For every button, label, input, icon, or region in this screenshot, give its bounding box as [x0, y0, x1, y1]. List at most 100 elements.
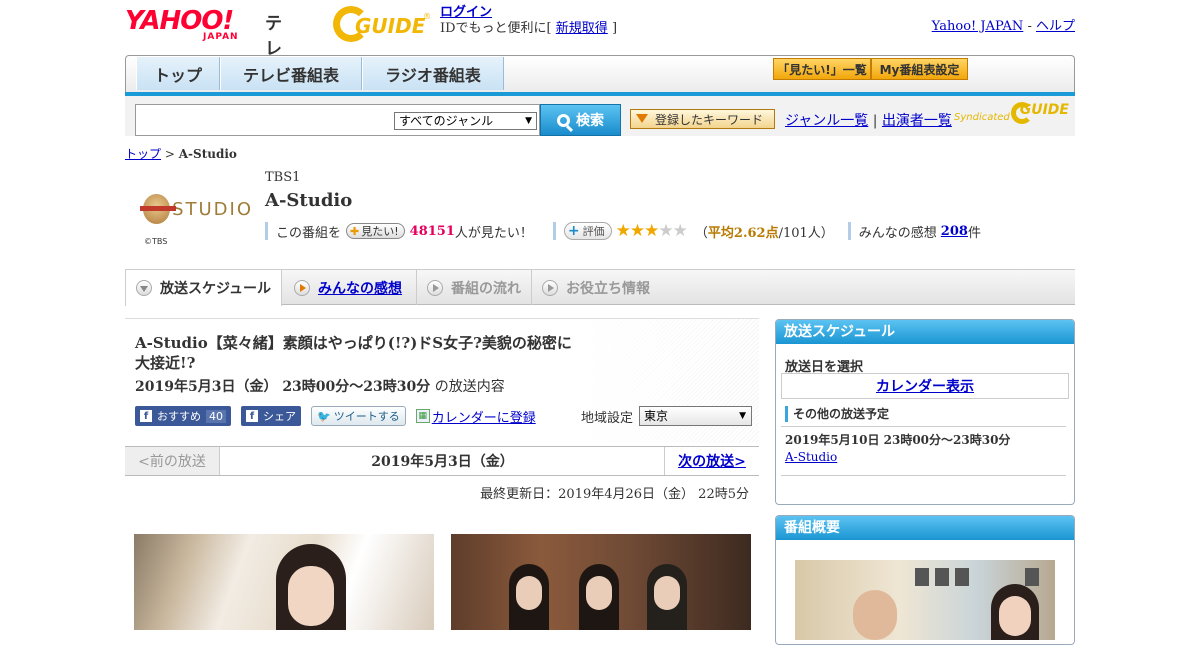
star-icon: ★ [658, 221, 673, 241]
schedule-box-header: 放送スケジュール [776, 320, 1074, 344]
mitai-button[interactable]: ✚ 見たい! [346, 223, 405, 239]
impressions-count-link[interactable]: 208 [941, 224, 968, 239]
link-separator: | [872, 113, 878, 129]
search-input[interactable]: すべてのジャンル ▼ [135, 104, 540, 136]
chevron-right-icon [542, 279, 558, 296]
chevron-right-icon [427, 279, 443, 296]
calendar-register-link[interactable]: カレンダーに登録 [432, 407, 536, 426]
signup-link[interactable]: 新規取得 [556, 21, 608, 36]
breadcrumb: トップ > A-Studio [125, 145, 237, 162]
facebook-share-button[interactable]: f シェア [241, 406, 301, 426]
syndicated-text: Syndicated [954, 112, 1010, 123]
plus-icon: ✚ [350, 224, 360, 238]
breadcrumb-top-link[interactable]: トップ [125, 147, 161, 161]
prev-broadcast: <前の放送 [125, 447, 220, 475]
studio-disc-icon [139, 194, 177, 224]
subtab-impressions[interactable]: みんなの感想 [282, 270, 417, 305]
syndicated-brand: GUIDE [1019, 102, 1069, 118]
subtab-label: 放送スケジュール [160, 281, 272, 297]
subtab-label: 番組の流れ [451, 280, 521, 297]
star-icon: ★ [644, 221, 659, 241]
schedule-box: 放送スケジュール 放送日を選択 カレンダー表示 その他の放送予定 2019年5月… [775, 319, 1075, 505]
rating-count: /101人） [778, 225, 834, 241]
nav-tab-tv-schedule[interactable]: テレビ番組表 [220, 57, 362, 90]
info-separator [552, 222, 556, 240]
tweet-label: ツイートする [333, 410, 400, 423]
search-button-label: 検索 [576, 113, 604, 129]
help-link[interactable]: ヘルプ [1036, 19, 1075, 34]
rating-button[interactable]: + 評価 [563, 222, 612, 240]
nav-tab-radio-schedule[interactable]: ラジオ番組表 [362, 57, 504, 90]
subtab-label: みんなの感想 [318, 280, 402, 297]
mitai-list-button[interactable]: 「見たい!」一覧 [773, 58, 871, 80]
mitai-suffix: 人が見たい！ [454, 225, 533, 241]
mitai-button-label: 見たい! [361, 225, 399, 238]
subtab-schedule[interactable]: 放送スケジュール [125, 270, 282, 306]
dropdown-arrow-icon: ▼ [739, 411, 747, 421]
overview-photo [795, 560, 1055, 640]
last-updated: 最終更新日：2019年4月26日（金） 22時5分 [480, 487, 749, 502]
gguide-logo[interactable]: GUIDE ® [333, 6, 431, 42]
facebook-share-label: シェア [263, 410, 296, 423]
star-icon: ★ [615, 221, 631, 241]
rating-button-label: 評価 [582, 225, 605, 238]
nav-tab-top[interactable]: トップ [136, 57, 220, 90]
subtab-label: お役立ち情報 [566, 280, 650, 297]
yahoo-japan-link[interactable]: Yahoo! JAPAN [932, 19, 1024, 34]
login-link[interactable]: ログイン [440, 5, 492, 20]
genre-select[interactable]: すべてのジャンル ▼ [394, 112, 537, 130]
program-logo: STUDIO [139, 193, 253, 225]
episode-title: A-Studio【菜々緒】素顔はやっぱり(!?)ドS女子?美貌の秘密に大接近!? [135, 334, 572, 372]
other-schedule-header: その他の放送予定 [785, 406, 889, 422]
search-button[interactable]: 検索 [540, 104, 621, 136]
dropdown-arrow-icon: ▼ [525, 116, 532, 126]
header-link-separator: - [1027, 19, 1032, 34]
logo-copyright: ©TBS [144, 237, 168, 246]
mitai-count: 48151 [409, 223, 455, 239]
breadcrumb-current: A-Studio [178, 147, 237, 161]
registered-keyword-button[interactable]: 登録したキーワード [630, 109, 775, 129]
twitter-bird-icon: 🐦 [317, 409, 331, 423]
gguide-logo-text: GUIDE [355, 14, 426, 38]
rating-open: （ [694, 225, 708, 241]
program-logo-text: STUDIO [172, 198, 253, 220]
tweet-button[interactable]: 🐦 ツイートする [311, 406, 406, 426]
calendar-register[interactable]: ▦ カレンダーに登録 [415, 407, 536, 426]
facebook-recommend-button[interactable]: f おすすめ 40 [135, 406, 231, 426]
facebook-icon: f [140, 410, 152, 422]
login-prompt: IDでもっと便利に[ [440, 21, 552, 36]
registered-keyword-label: 登録したキーワード [655, 112, 764, 127]
syndicated-gguide-logo: Syndicated GUIDE [954, 102, 1069, 126]
other-schedule-datetime: 2019年5月10日 23時00分～23時30分 [785, 433, 1011, 447]
region-select-value: 東京 [644, 409, 669, 423]
channel-name: TBS1 [265, 170, 301, 185]
header-links: Yahoo! JAPAN - ヘルプ [932, 15, 1075, 34]
program-info-row: この番組を ✚ 見たい! 48151 人が見たい！ + 評価 ★★★★★ （ 平… [265, 221, 981, 241]
next-broadcast-link[interactable]: 次の放送> [664, 447, 759, 475]
chevron-down-icon [136, 280, 152, 296]
share-row: f おすすめ 40 f シェア 🐦 ツイートする ▦ カレンダーに登録 [135, 406, 536, 426]
current-broadcast-date: 2019年5月3日（金） [371, 454, 514, 470]
cast-list-link[interactable]: 出演者一覧 [882, 113, 952, 129]
episode-info: A-Studio【菜々緒】素顔はやっぱり(!?)ドS女子?美貌の秘密に大接近!?… [125, 318, 759, 444]
genre-list-link[interactable]: ジャンル一覧 [785, 113, 868, 129]
program-title: A-Studio [265, 190, 353, 211]
episode-datetime: 2019年5月3日（金） 23時00分～23時30分 [135, 379, 431, 395]
impressions-suffix: 件 [967, 225, 981, 241]
triangle-down-icon [636, 114, 648, 123]
calendar-display-button[interactable]: カレンダー表示 [781, 373, 1069, 399]
login-area: ログイン IDでもっと便利に[ 新規取得 ] [440, 5, 617, 37]
rating-average: 平均2.62点 [707, 225, 779, 241]
rating-stars: ★★★★★ [615, 221, 688, 241]
facebook-recommend-label: おすすめ [157, 410, 201, 423]
other-schedule-link[interactable]: A-Studio [785, 450, 837, 464]
genre-cast-links: ジャンル一覧 | 出演者一覧 [785, 110, 952, 130]
overview-box: 番組概要 [775, 515, 1075, 645]
region-select[interactable]: 東京 ▼ [639, 406, 753, 426]
my-schedule-button[interactable]: My番組表設定 [871, 58, 968, 80]
registered-mark: ® [423, 12, 431, 21]
info-separator [265, 222, 268, 240]
episode-datetime-row: 2019年5月3日（金） 23時00分～23時30分 の放送内容 [135, 376, 505, 396]
facebook-icon: f [246, 410, 258, 422]
plus-icon: + [567, 223, 580, 239]
